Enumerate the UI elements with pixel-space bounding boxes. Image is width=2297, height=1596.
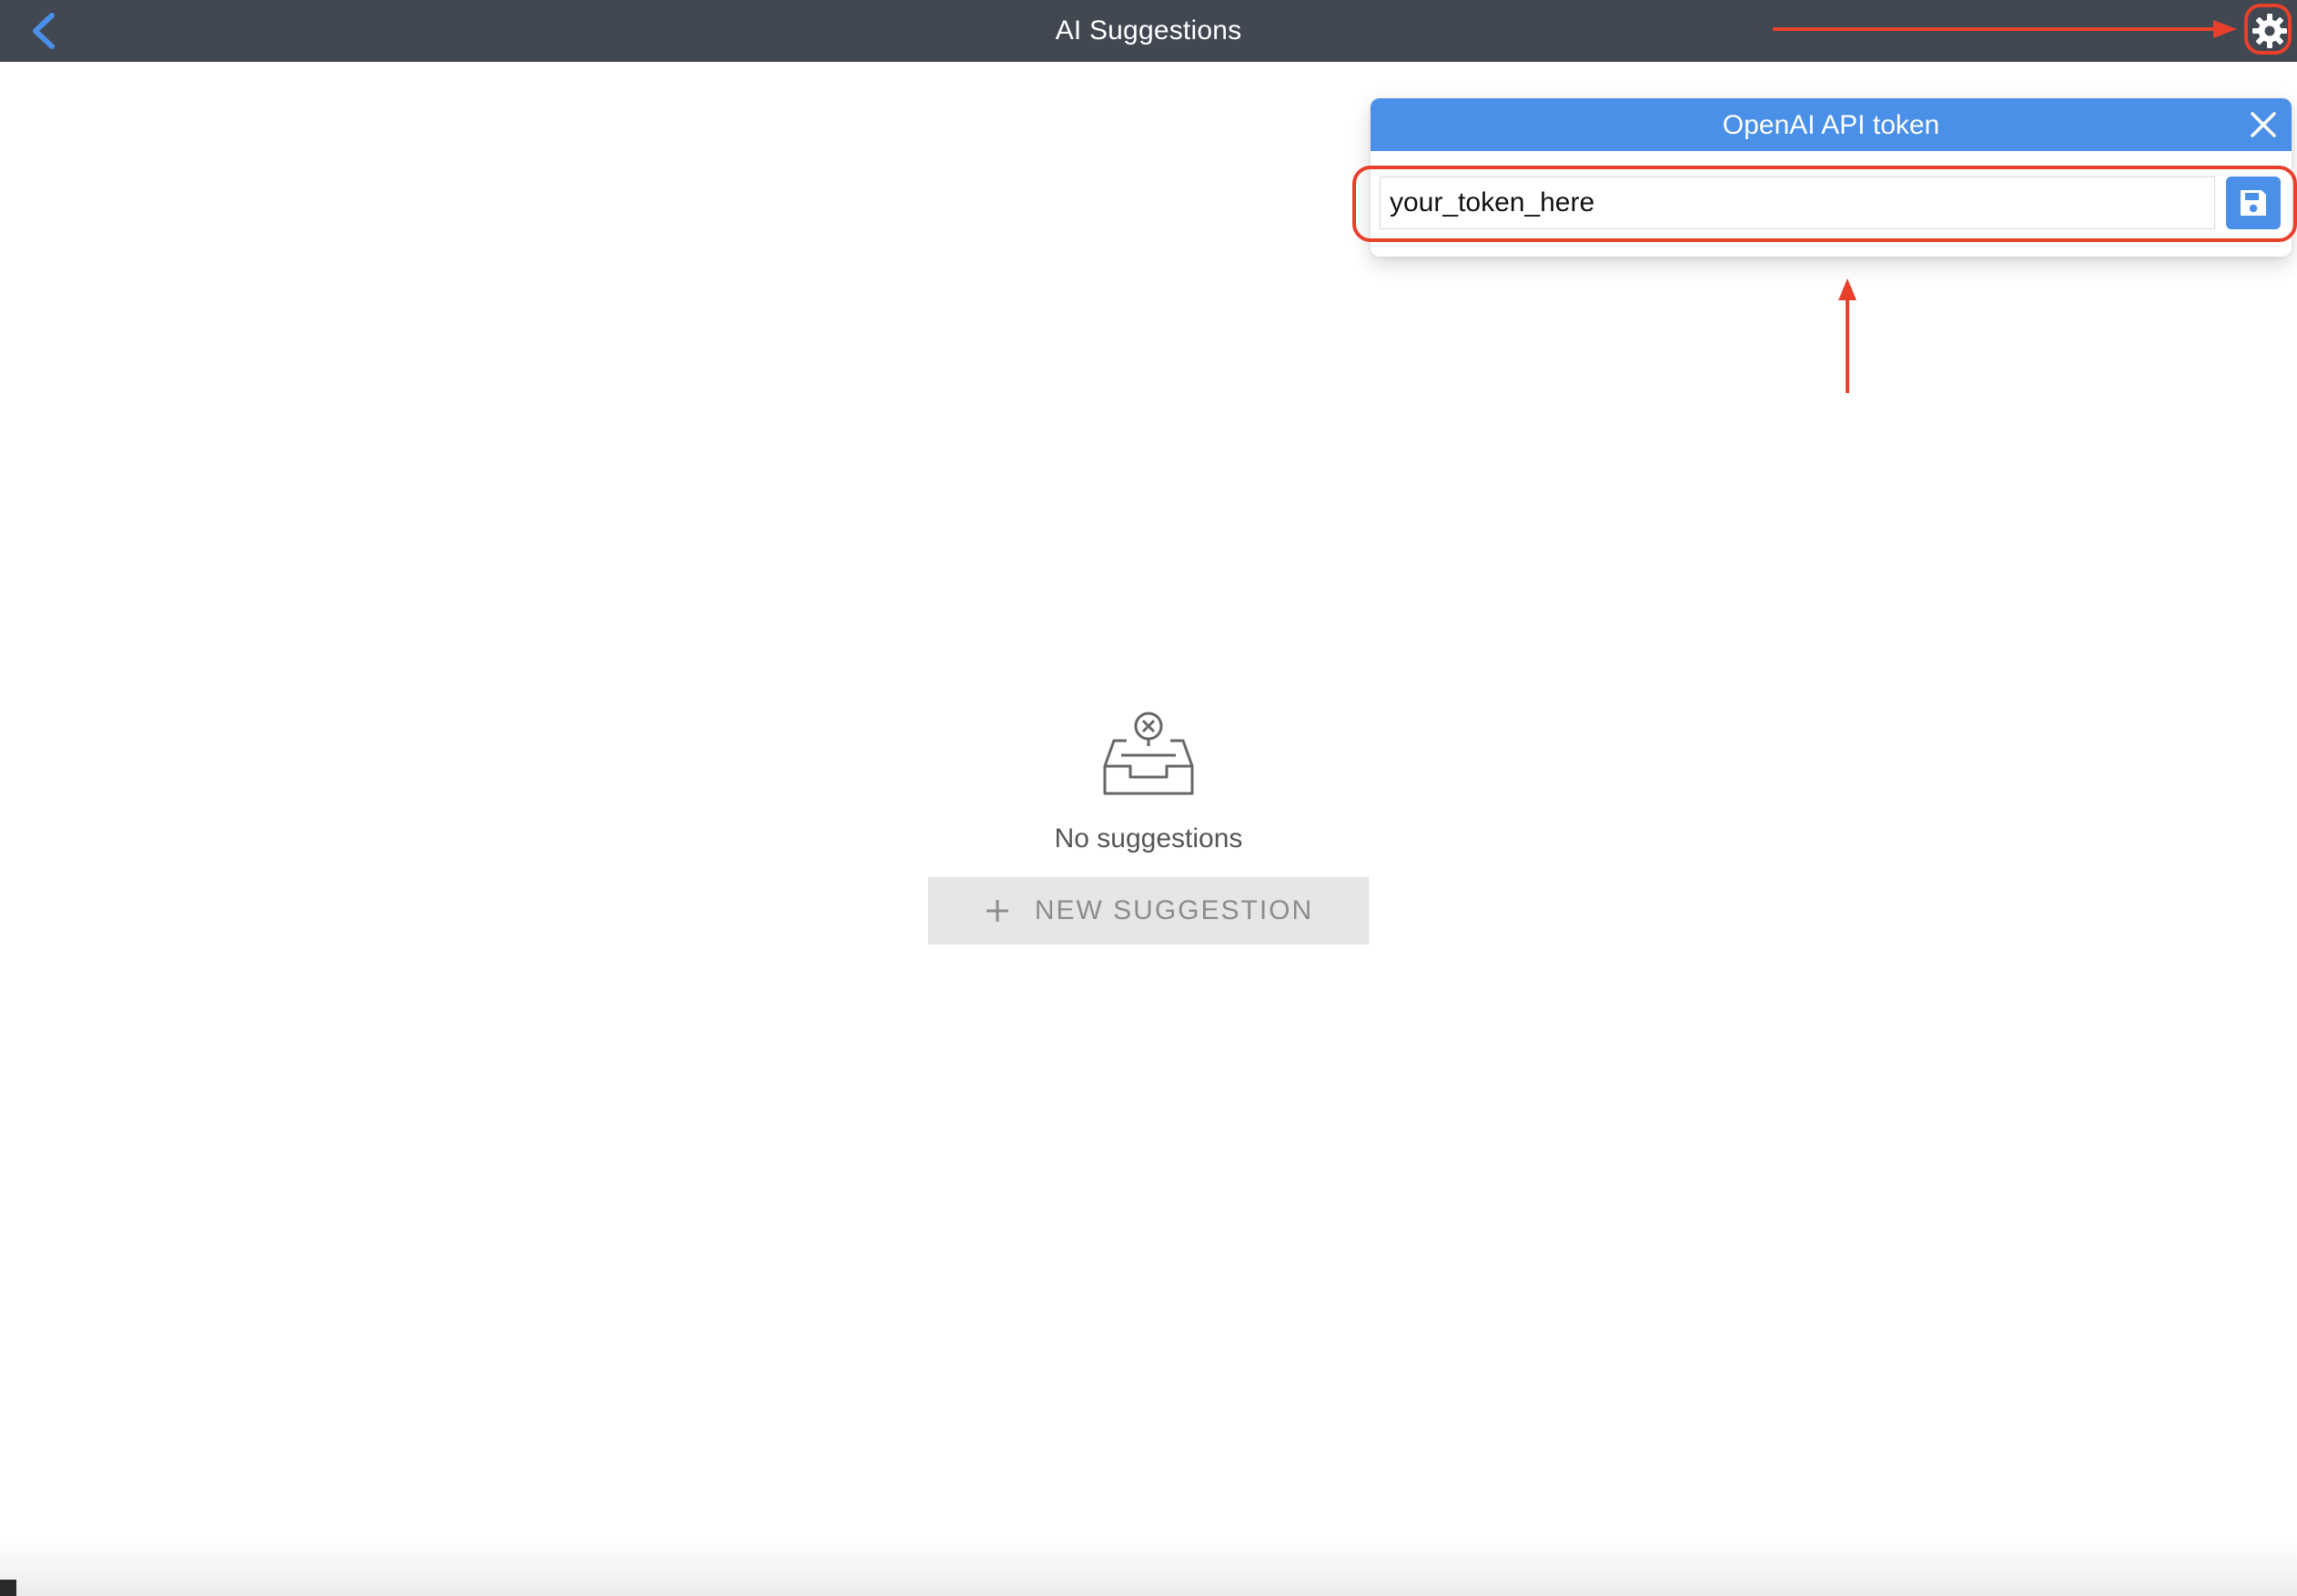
plus-icon — [984, 897, 1011, 924]
api-token-popover: OpenAI API token — [1371, 98, 2292, 257]
api-token-input[interactable] — [1380, 177, 2215, 229]
back-button[interactable] — [20, 7, 67, 55]
close-button[interactable] — [2244, 106, 2282, 144]
save-token-button[interactable] — [2226, 177, 2281, 229]
page-title: AI Suggestions — [1055, 15, 1242, 45]
new-suggestion-button[interactable]: NEW SUGGESTION — [928, 877, 1369, 944]
empty-state-message: No suggestions — [1054, 823, 1243, 854]
window-corner — [0, 1580, 16, 1596]
new-suggestion-label: NEW SUGGESTION — [1034, 895, 1314, 925]
settings-button[interactable] — [2244, 5, 2295, 56]
app-screen: AI Suggestions OpenAI API token your_tok… — [0, 0, 2297, 1596]
chevron-left-icon — [33, 13, 55, 49]
close-icon — [2251, 112, 2276, 137]
popover-title: OpenAI API token — [1722, 110, 1940, 140]
top-bar: AI Suggestions — [0, 0, 2297, 62]
annotation-arrow-up — [1838, 278, 1857, 393]
popover-header: OpenAI API token — [1371, 98, 2292, 151]
gear-icon — [2252, 14, 2287, 48]
floppy-disk-icon — [2241, 190, 2266, 216]
empty-inbox-icon — [1103, 712, 1194, 795]
bottom-edge-shadow — [0, 1538, 2297, 1596]
